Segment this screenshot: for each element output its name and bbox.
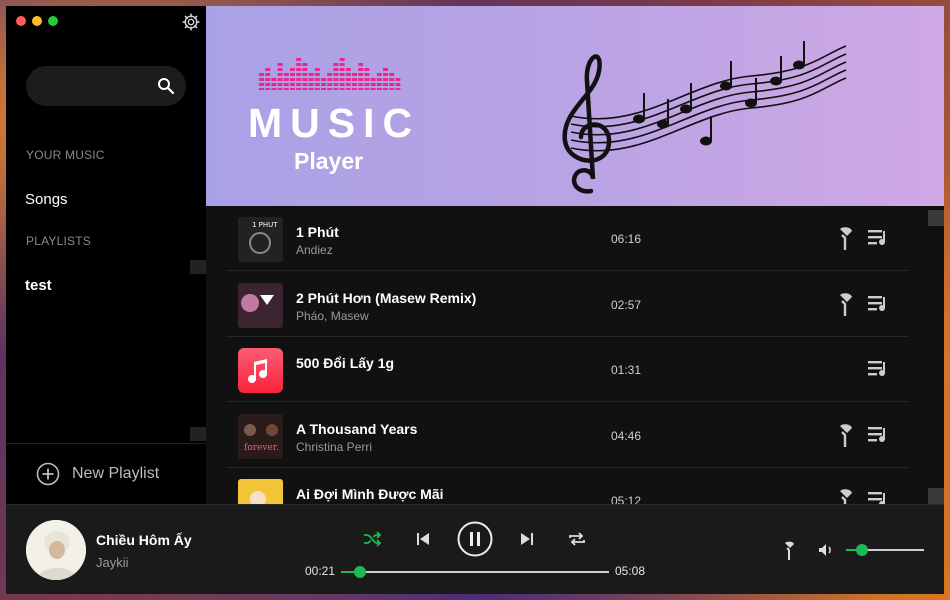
progress-track[interactable] [341,571,609,573]
lyrics-icon[interactable] [836,227,854,251]
repeat-icon[interactable] [568,531,586,547]
lyrics-icon[interactable] [836,489,854,504]
song-thumbnail [238,348,283,393]
new-playlist-label: New Playlist [72,465,160,482]
volume-knob[interactable] [855,544,868,556]
equalizer-logo [259,58,401,90]
sidebar-item-songs[interactable]: Songs [25,191,68,208]
section-your-music: YOUR MUSIC [26,148,105,162]
song-list: 1 PHUT 1 Phút Andiez 06:16 2 Phút Hơn (Masew… [206,206,944,504]
song-thumbnail: forever. [238,413,283,459]
song-duration: 04:46 [611,428,642,443]
previous-icon[interactable] [416,532,430,546]
total-time: 05:08 [615,564,646,578]
pause-button[interactable] [457,521,493,557]
lyrics-icon[interactable] [836,292,854,317]
new-playlist-button[interactable]: New Playlist [6,443,206,504]
song-duration: 01:31 [611,363,642,377]
song-title: Ai Đợi Mình Được Mãi [296,486,444,502]
song-title: 2 Phút Hơn (Masew Remix) [296,289,477,306]
song-duration: 05:12 [611,494,642,504]
add-to-queue-icon[interactable] [868,491,890,504]
song-artist: Christina Perri [296,439,373,454]
song-duration: 06:16 [611,232,642,246]
svg-text:forever.: forever. [244,443,279,453]
elapsed-time: 00:21 [305,564,336,578]
list-scroll-up[interactable] [928,210,944,226]
song-thumbnail: 1 PHUT [238,217,283,262]
banner: MUSIC Player [206,6,944,206]
add-to-queue-icon[interactable] [868,229,890,247]
maximize-window-button[interactable] [48,16,58,26]
song-row[interactable]: 500 Đổi Lấy 1g 01:31 [226,337,908,402]
close-window-button[interactable] [16,16,26,26]
section-playlists: PLAYLISTS [26,234,91,248]
lyrics-icon[interactable] [836,423,854,448]
add-to-queue-icon[interactable] [868,295,890,313]
search-input[interactable] [26,66,186,106]
banner-subtitle: Player [294,148,364,174]
song-duration: 02:57 [611,297,642,312]
song-artist: Andiez [296,243,333,257]
minimize-window-button[interactable] [32,16,42,26]
main-content: MUSIC Player 1 PHUT 1 Phút Andiez 06:16 … [206,6,944,504]
sidebar: YOUR MUSIC Songs PLAYLISTS test New Play… [6,6,206,504]
song-thumbnail [238,479,283,504]
now-playing-cover [26,520,86,580]
song-thumbnail [238,282,283,328]
banner-title: MUSIC [248,100,421,146]
song-row[interactable]: Ai Đợi Mình Được Mãi 05:12 [226,468,908,504]
now-playing-artist: Jaykii [96,555,129,570]
now-playing-title: Chiều Hôm Ấy [96,532,192,548]
sidebar-item-playlist[interactable]: test [25,277,52,294]
svg-text:1 PHUT: 1 PHUT [252,221,278,229]
shuffle-icon[interactable] [363,531,381,547]
window-controls [16,16,58,26]
music-staff-illustration [562,41,847,194]
gear-icon[interactable] [181,12,201,32]
add-circle-icon [36,462,60,486]
add-to-queue-icon[interactable] [868,426,890,444]
add-to-queue-icon[interactable] [868,360,890,378]
song-row[interactable]: 2 Phút Hơn (Masew Remix) Pháo, Masew 02:57 [226,272,908,337]
song-row[interactable]: forever. A Thousand Years Christina Perri 0… [226,403,908,468]
app-window: YOUR MUSIC Songs PLAYLISTS test New Play… [6,6,944,594]
volume-icon[interactable] [818,543,834,557]
microphone-icon[interactable] [782,541,796,561]
song-title: 500 Đổi Lấy 1g [296,355,395,371]
sidebar-scroll-up[interactable] [190,260,206,274]
song-row[interactable]: 1 PHUT 1 Phút Andiez 06:16 [226,206,908,271]
song-title: A Thousand Years [296,420,418,437]
song-title: 1 Phút [296,224,339,240]
progress-knob[interactable] [353,566,366,578]
next-icon[interactable] [520,532,534,546]
sidebar-scroll-down[interactable] [190,427,206,441]
player-bar: Chiều Hôm Ấy Jaykii 00:21 05:08 [6,504,944,594]
search-icon[interactable] [156,76,176,96]
list-scroll-down[interactable] [928,488,944,504]
song-artist: Pháo, Masew [296,308,369,323]
